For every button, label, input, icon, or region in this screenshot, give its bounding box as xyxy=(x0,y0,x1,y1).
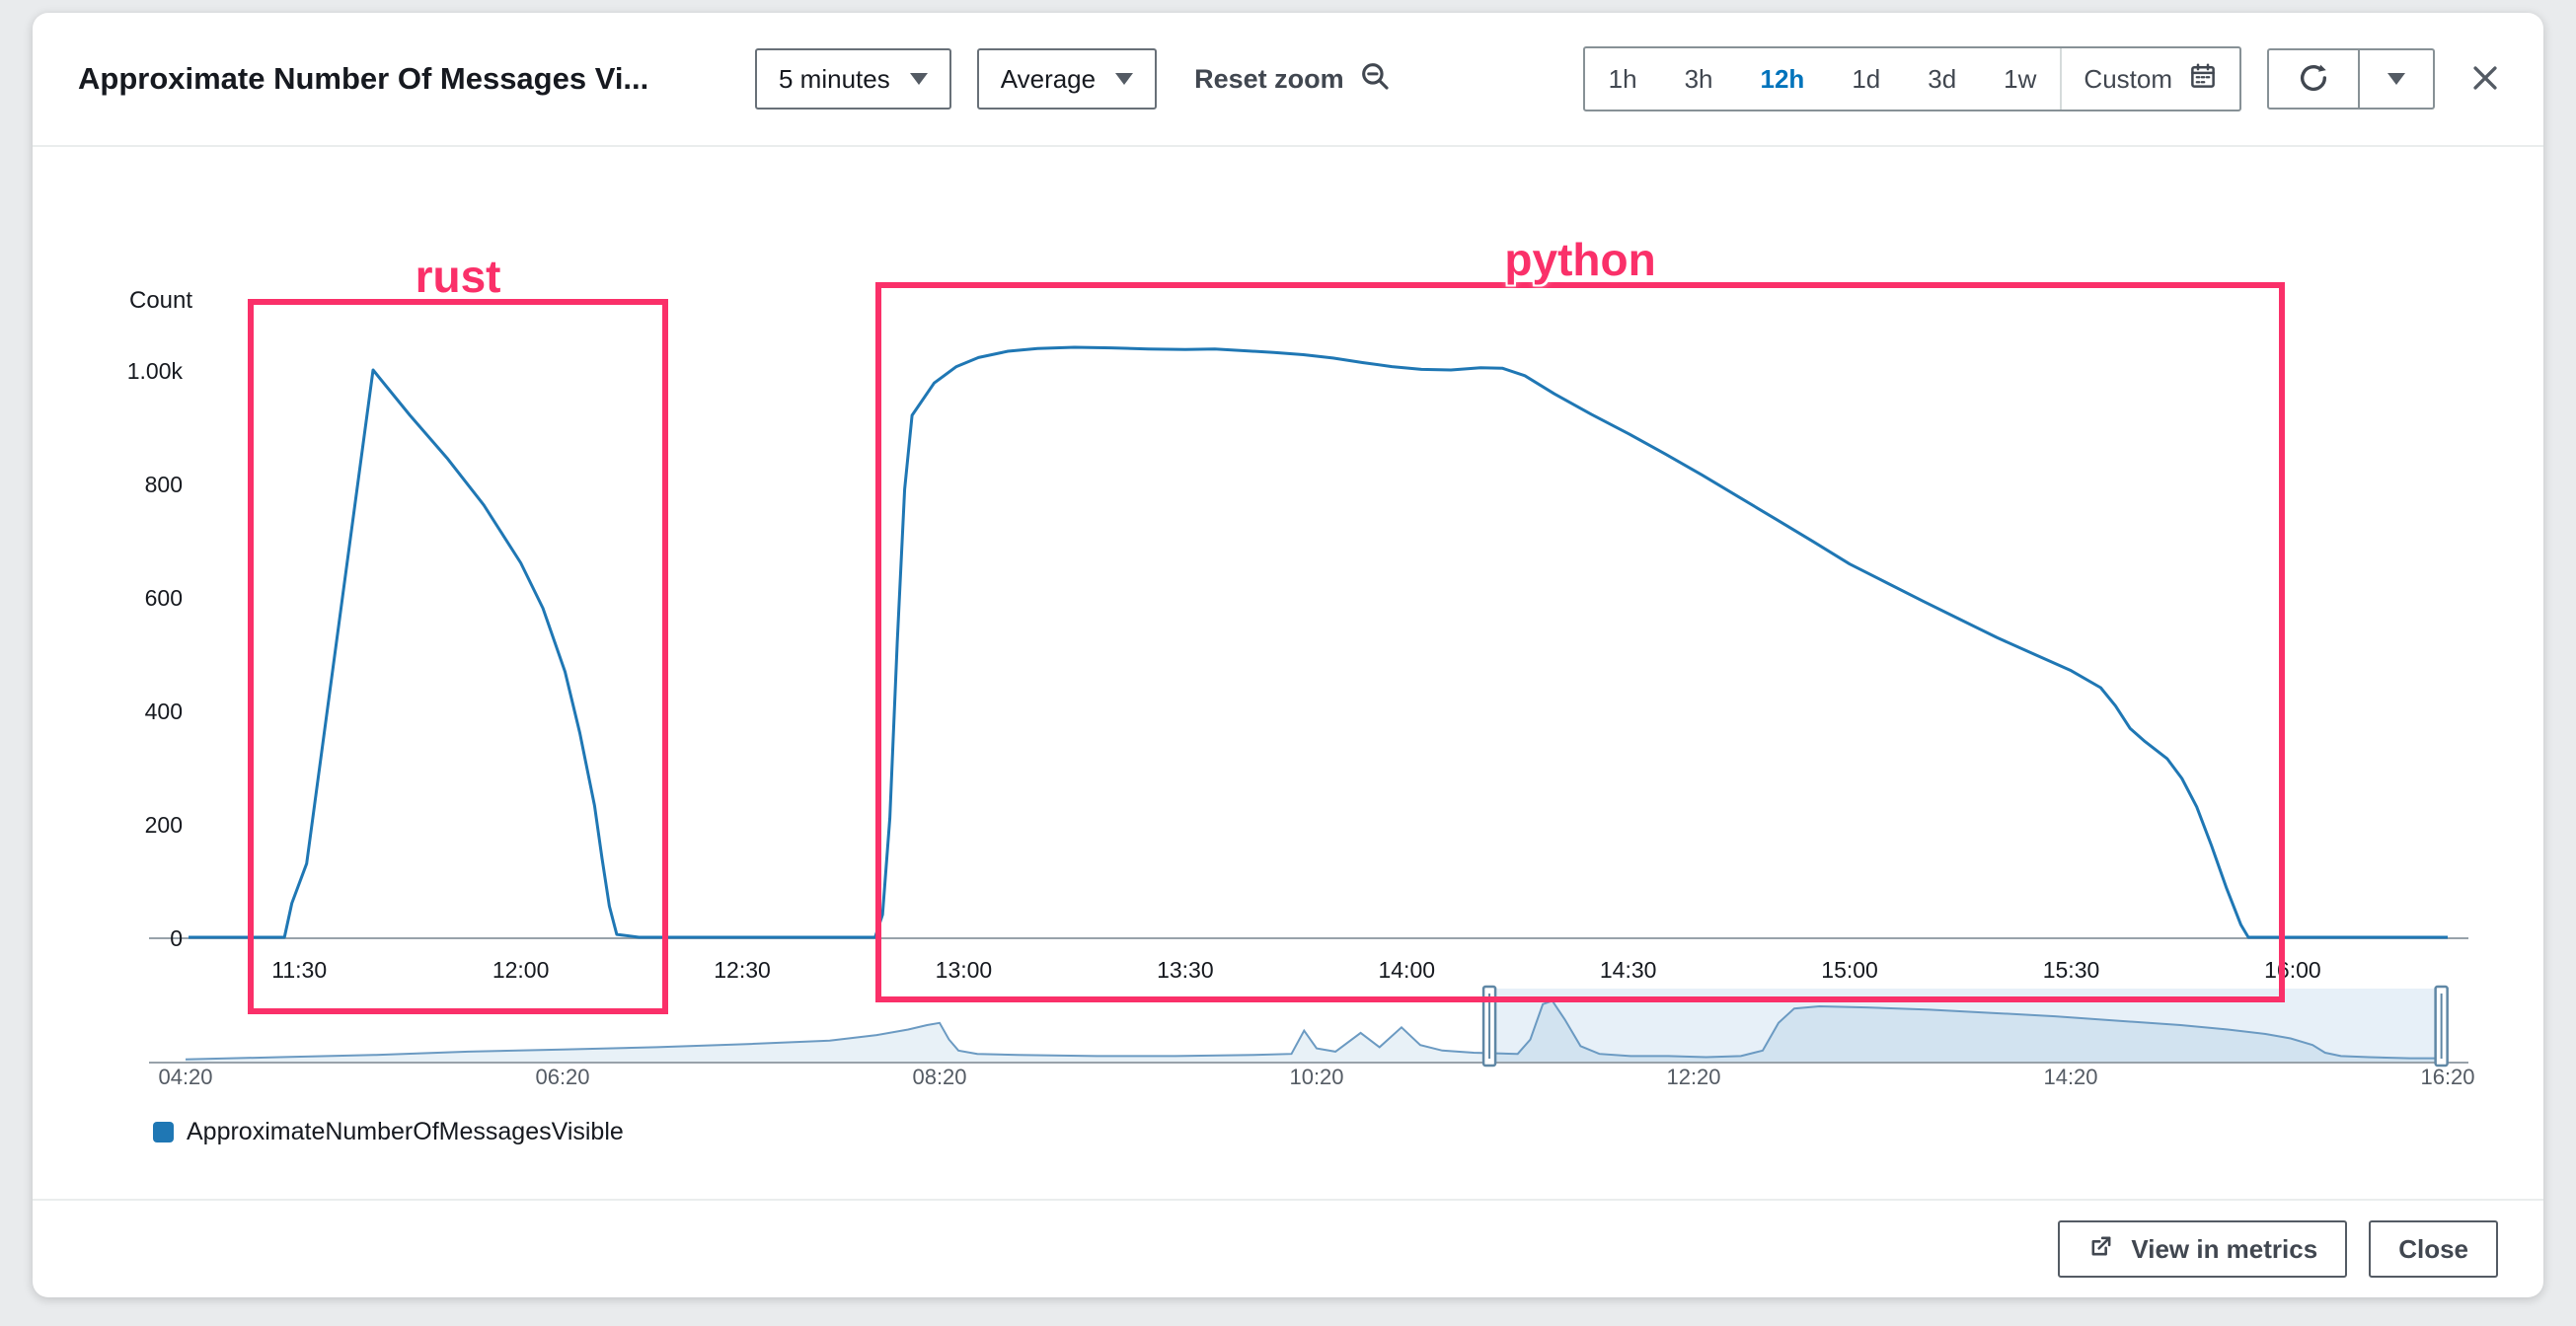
statistic-value: Average xyxy=(1001,64,1096,95)
time-range-3d[interactable]: 3d xyxy=(1904,48,1980,110)
time-range-1w[interactable]: 1w xyxy=(1980,48,2060,110)
refresh-icon xyxy=(2297,61,2330,98)
close-button[interactable]: Close xyxy=(2369,1220,2498,1278)
refresh-options-button[interactable] xyxy=(2360,48,2435,110)
x-tick-label: 12:00 xyxy=(492,957,550,983)
x-tick-label: 13:00 xyxy=(936,957,993,983)
y-tick-label: 1.00k xyxy=(127,358,184,384)
x-tick-label: 12:30 xyxy=(714,957,771,983)
statistic-dropdown[interactable]: Average xyxy=(977,48,1157,110)
time-range-1h[interactable]: 1h xyxy=(1585,48,1661,110)
period-dropdown[interactable]: 5 minutes xyxy=(755,48,951,110)
refresh-group xyxy=(2267,48,2435,110)
timeline-tick-label: 08:20 xyxy=(912,1065,966,1089)
timeline-tick-label: 06:20 xyxy=(535,1065,589,1089)
main-chart[interactable]: 1.00k 800 600 400 200 0 11:30 12:00 12:30 13:00 13… xyxy=(33,153,2543,1199)
chart-title: Approximate Number Of Messages Vi... xyxy=(78,61,729,97)
x-tick-label: 14:30 xyxy=(1600,957,1657,983)
y-tick-label: 200 xyxy=(145,812,183,838)
close-icon[interactable] xyxy=(2468,61,2502,98)
chevron-down-icon xyxy=(1115,73,1133,85)
custom-label: Custom xyxy=(2084,64,2172,95)
legend-item[interactable]: ApproximateNumberOfMessagesVisible xyxy=(153,1118,624,1146)
y-tick-label: 400 xyxy=(145,699,183,724)
x-tick-label: 15:30 xyxy=(2043,957,2100,983)
reset-zoom-button[interactable]: Reset zoom xyxy=(1188,58,1398,101)
calendar-icon xyxy=(2188,61,2218,98)
timeline-tick-label: 16:20 xyxy=(2420,1065,2474,1089)
x-tick-label: 16:00 xyxy=(2264,957,2321,983)
time-range-custom-button[interactable]: Custom xyxy=(2060,48,2239,110)
view-in-metrics-button[interactable]: View in metrics xyxy=(2058,1220,2347,1278)
close-button-label: Close xyxy=(2398,1234,2468,1265)
timeline-tick-label: 14:20 xyxy=(2043,1065,2097,1089)
modal-footer: View in metrics Close xyxy=(33,1199,2543,1297)
reset-zoom-label: Reset zoom xyxy=(1194,64,1344,95)
chevron-down-icon xyxy=(2387,73,2405,85)
main-series-line xyxy=(189,347,2448,937)
timeline-tick-label: 10:20 xyxy=(1289,1065,1343,1089)
legend-swatch xyxy=(153,1122,174,1142)
time-range-1d[interactable]: 1d xyxy=(1828,48,1904,110)
time-range-12h[interactable]: 12h xyxy=(1737,48,1829,110)
period-value: 5 minutes xyxy=(779,64,890,95)
time-range-selector: 1h 3h 12h 1d 3d 1w Custom xyxy=(1583,46,2241,111)
modal-header: Approximate Number Of Messages Vi... 5 m… xyxy=(33,13,2543,145)
y-tick-label: 800 xyxy=(145,472,183,497)
time-range-3h[interactable]: 3h xyxy=(1661,48,1737,110)
refresh-button[interactable] xyxy=(2267,48,2360,110)
x-tick-label: 13:30 xyxy=(1157,957,1214,983)
legend-label: ApproximateNumberOfMessagesVisible xyxy=(187,1118,624,1146)
timeline-tick-label: 04:20 xyxy=(158,1065,212,1089)
y-tick-label: 0 xyxy=(170,925,183,951)
x-tick-label: 11:30 xyxy=(271,957,327,983)
chart-area: Count 1.00k800600400200011:3012:0012:301… xyxy=(33,153,2543,1199)
y-tick-label: 600 xyxy=(145,585,183,611)
zoom-out-icon xyxy=(1358,59,1392,100)
header-divider xyxy=(33,145,2543,147)
x-tick-label: 15:00 xyxy=(1821,957,1878,983)
timeline-tick-label: 12:20 xyxy=(1666,1065,1720,1089)
metric-details-modal: Approximate Number Of Messages Vi... 5 m… xyxy=(33,13,2543,1297)
chevron-down-icon xyxy=(910,73,928,85)
external-link-icon xyxy=(2087,1232,2115,1267)
view-in-metrics-label: View in metrics xyxy=(2131,1234,2317,1265)
x-tick-label: 14:00 xyxy=(1378,957,1435,983)
